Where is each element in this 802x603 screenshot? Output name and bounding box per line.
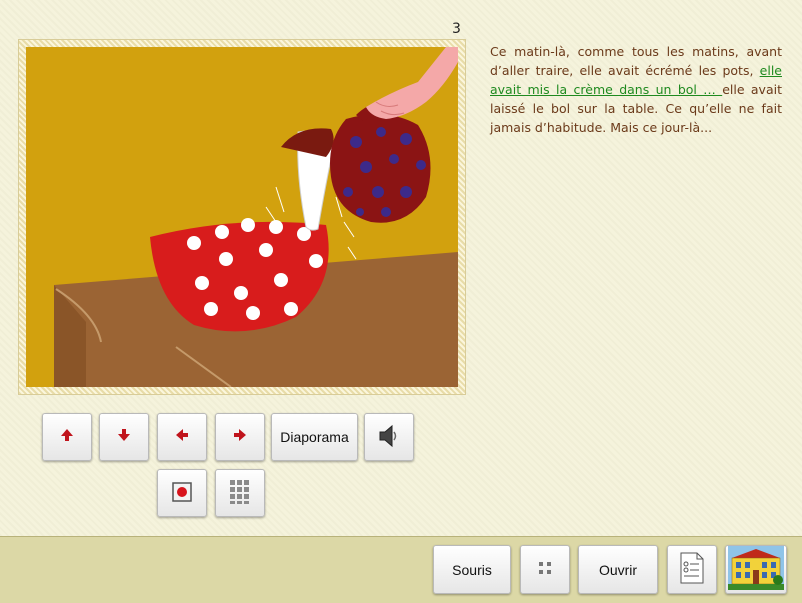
document-button[interactable]: [667, 545, 717, 594]
down-arrow-icon: [117, 428, 131, 446]
page-number: 3: [452, 21, 461, 37]
speaker-icon: [376, 423, 402, 452]
open-button[interactable]: Ouvrir: [578, 545, 658, 594]
story-text-before: Ce matin-là, comme tous les matins, avan…: [490, 44, 782, 78]
grid-button[interactable]: [215, 469, 265, 517]
illustration: [26, 47, 458, 387]
four-dots-icon: [538, 561, 552, 578]
record-button[interactable]: [157, 469, 207, 517]
mouse-button[interactable]: Souris: [433, 545, 511, 594]
school-button[interactable]: [725, 545, 787, 594]
grid-icon: [229, 479, 251, 508]
left-button[interactable]: [157, 413, 207, 461]
down-button[interactable]: [99, 413, 149, 461]
document-icon: [679, 552, 705, 587]
up-arrow-icon: [60, 428, 74, 446]
up-button[interactable]: [42, 413, 92, 461]
sound-button[interactable]: [364, 413, 414, 461]
right-button[interactable]: [215, 413, 265, 461]
story-text: Ce matin-là, comme tous les matins, avan…: [490, 42, 782, 137]
dots-button[interactable]: [520, 545, 570, 594]
right-arrow-icon: [233, 428, 247, 446]
left-arrow-icon: [175, 428, 189, 446]
school-building-icon: [728, 546, 784, 593]
record-icon: [172, 481, 192, 505]
illustration-frame: [18, 39, 466, 395]
slideshow-button[interactable]: Diaporama: [271, 413, 358, 461]
